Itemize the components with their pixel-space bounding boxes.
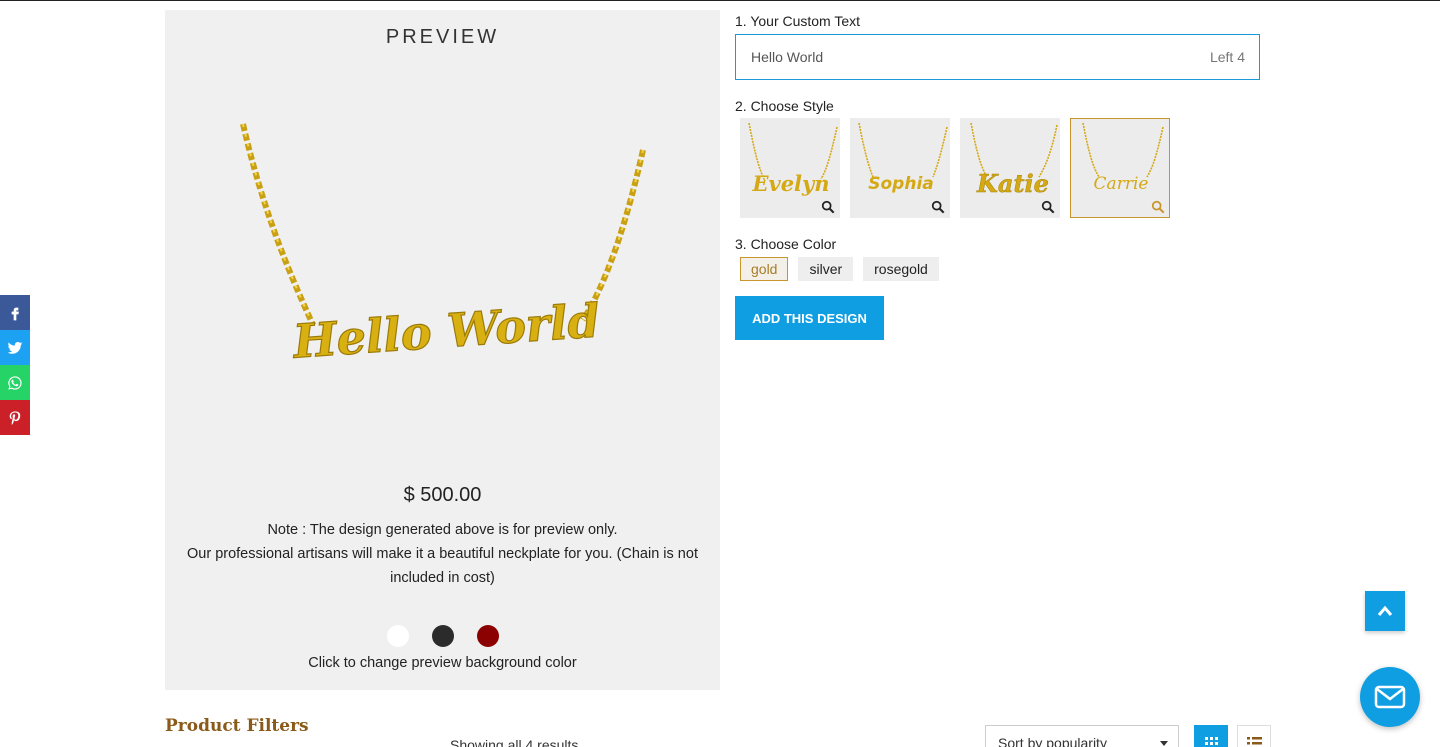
zoom-icon[interactable] — [821, 200, 835, 214]
sort-select-value: Sort by popularity — [998, 735, 1107, 747]
list-view-button[interactable] — [1237, 725, 1271, 747]
color-option-silver[interactable]: silver — [798, 257, 854, 281]
chars-left-counter: Left 4 — [1209, 49, 1245, 65]
social-share-bar — [0, 295, 30, 435]
style-option-evelyn[interactable]: Evelyn — [740, 118, 840, 218]
zoom-icon[interactable] — [931, 200, 945, 214]
bg-swatch-caption: Click to change preview background color — [308, 655, 577, 671]
back-to-top-button[interactable] — [1365, 591, 1405, 631]
style-evelyn-name: Evelyn — [751, 171, 829, 196]
color-options: gold silver rosegold — [735, 257, 1260, 281]
results-count: Showing all 4 results — [450, 737, 579, 747]
customizer-form: 1. Your Custom Text Hello World Left 4 2… — [735, 13, 1260, 340]
zoom-icon[interactable] — [1151, 200, 1165, 214]
sort-select[interactable]: Sort by popularity — [985, 725, 1179, 747]
custom-text-value: Hello World — [751, 49, 824, 65]
twitter-share-button[interactable] — [0, 330, 30, 365]
facebook-share-button[interactable] — [0, 295, 30, 330]
caret-down-icon — [1160, 741, 1168, 746]
custom-text-label: 1. Your Custom Text — [735, 13, 861, 29]
note-line-1: Note : The design generated above is for… — [267, 522, 618, 538]
style-option-katie[interactable]: Katie — [960, 118, 1060, 218]
style-option-sophia[interactable]: Sophia — [850, 118, 950, 218]
facebook-icon — [11, 307, 19, 320]
list-icon — [1247, 737, 1262, 745]
style-sophia-name: Sophia — [868, 174, 934, 194]
grid-view-button[interactable] — [1194, 725, 1228, 747]
style-carrie-name: Carrie — [1094, 174, 1149, 194]
preview-note: Note : The design generated above is for… — [175, 518, 710, 590]
style-katie-name: Katie — [976, 169, 1049, 198]
necklace-preview-image: Hello World — [240, 123, 646, 369]
necklace-name-text: Hello World — [289, 293, 601, 368]
whatsapp-share-button[interactable] — [0, 365, 30, 400]
style-options: Evelyn Sophia Katie Carrie — [735, 118, 1260, 218]
price: $ 500.00 — [403, 484, 482, 506]
pinterest-icon — [9, 410, 21, 425]
choose-style-label: 2. Choose Style — [735, 98, 834, 114]
pinterest-share-button[interactable] — [0, 400, 30, 435]
bg-swatch-black[interactable] — [431, 625, 454, 647]
mail-icon — [1374, 685, 1406, 709]
bg-swatch-white[interactable] — [386, 625, 409, 647]
product-filters-title: Product Filters — [165, 716, 309, 736]
preview-title: PREVIEW — [385, 26, 500, 48]
color-option-rosegold[interactable]: rosegold — [863, 257, 939, 281]
chevron-up-icon — [1377, 605, 1393, 616]
contact-mail-button[interactable] — [1360, 667, 1420, 727]
bg-swatch-red[interactable] — [476, 625, 499, 647]
custom-text-input[interactable]: Hello World Left 4 — [735, 34, 1260, 80]
style-option-carrie[interactable]: Carrie — [1070, 118, 1170, 218]
note-line-2: Our professional artisans will make it a… — [187, 546, 698, 586]
whatsapp-icon — [8, 375, 22, 390]
color-option-gold[interactable]: gold — [740, 257, 789, 281]
choose-color-label: 3. Choose Color — [735, 236, 837, 252]
twitter-icon — [7, 341, 23, 354]
background-swatches — [165, 625, 720, 647]
preview-panel: PREVIEW Hello World $ 500.00 Note : The … — [165, 10, 720, 690]
grid-icon — [1205, 737, 1218, 745]
zoom-icon[interactable] — [1041, 200, 1055, 214]
add-this-design-button[interactable]: ADD THIS DESIGN — [735, 296, 884, 340]
